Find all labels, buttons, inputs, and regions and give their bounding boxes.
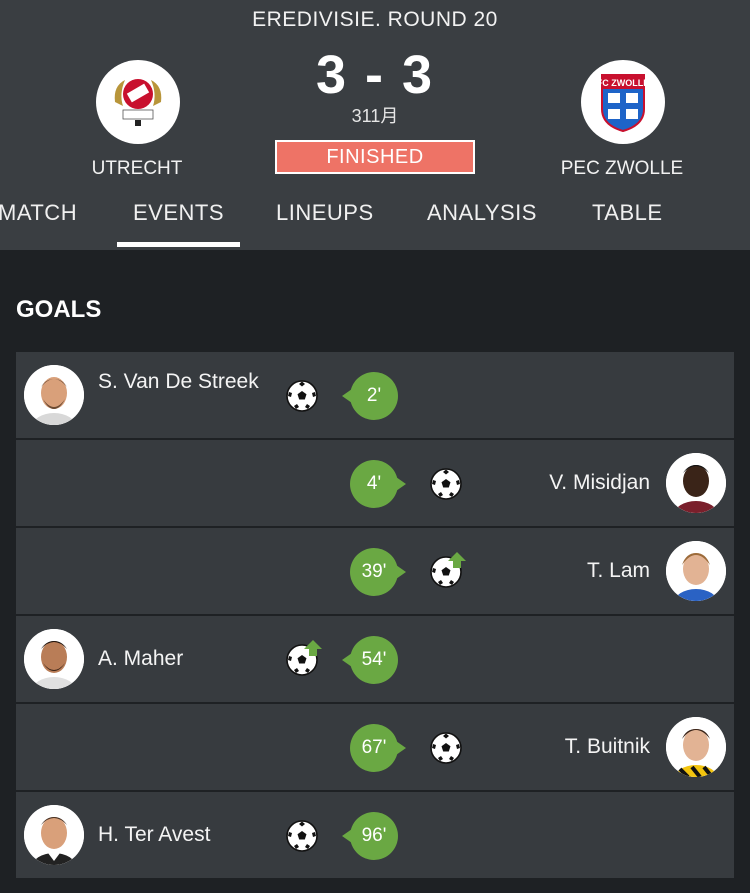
player-avatar[interactable] bbox=[666, 453, 726, 513]
player-avatar[interactable] bbox=[24, 365, 84, 425]
tab-lineups[interactable]: LINEUPS bbox=[276, 200, 374, 226]
goal-minute: 39' bbox=[361, 561, 387, 582]
match-header: EREDIVISIE. ROUND 20 UTRECHT 3 - 3 311月 … bbox=[0, 0, 750, 250]
match-date: 311月 bbox=[351, 106, 399, 126]
player-avatar[interactable] bbox=[24, 629, 84, 689]
goal-minute-badge: 39' bbox=[350, 548, 406, 596]
goal-scorer-name[interactable]: A. Maher bbox=[98, 646, 268, 672]
soccer-ball-assist-icon bbox=[286, 640, 322, 676]
competition-round: EREDIVISIE. ROUND 20 bbox=[252, 8, 498, 31]
player-avatar[interactable] bbox=[24, 805, 84, 865]
goal-row[interactable]: 4' V. Misidjan bbox=[16, 440, 734, 526]
goal-scorer-name[interactable]: S. Van De Streek bbox=[98, 369, 268, 395]
svg-text:FC ZWOLLE: FC ZWOLLE bbox=[598, 78, 648, 88]
goal-minute-badge: 2' bbox=[342, 372, 398, 420]
soccer-ball-icon bbox=[286, 380, 318, 412]
goal-minute-badge: 96' bbox=[342, 812, 398, 860]
home-team-name: UTRECHT bbox=[91, 158, 183, 179]
goal-minute-badge: 54' bbox=[342, 636, 398, 684]
goal-minute-badge: 67' bbox=[350, 724, 406, 772]
soccer-ball-icon bbox=[430, 468, 462, 500]
soccer-ball-icon bbox=[286, 820, 318, 852]
goal-minute: 2' bbox=[366, 385, 382, 406]
home-team-logo[interactable] bbox=[96, 60, 180, 144]
goal-row[interactable]: H. Ter Avest 96' bbox=[16, 792, 734, 878]
match-status-badge: FINISHED bbox=[275, 140, 475, 174]
tab-analysis[interactable]: ANALYSIS bbox=[427, 200, 537, 226]
goal-row[interactable]: 67' T. Buitnik bbox=[16, 704, 734, 790]
goal-row[interactable]: A. Maher 54' bbox=[16, 616, 734, 702]
goal-minute: 67' bbox=[361, 737, 387, 758]
tab-table[interactable]: TABLE bbox=[592, 200, 663, 226]
goals-section-title: GOALS bbox=[16, 296, 102, 323]
goal-scorer-name[interactable]: T. Buitnik bbox=[565, 734, 650, 760]
goal-scorer-name[interactable]: V. Misidjan bbox=[549, 470, 650, 496]
tab-events[interactable]: EVENTS bbox=[133, 200, 224, 226]
fc-utrecht-crest-icon bbox=[114, 79, 162, 126]
pec-zwolle-crest-icon: FC ZWOLLE bbox=[598, 74, 648, 133]
goal-row[interactable]: S. Van De Streek 2' bbox=[16, 352, 734, 438]
goal-minute: 4' bbox=[366, 473, 382, 494]
match-score: 3 - 3 bbox=[315, 45, 435, 105]
soccer-ball-assist-icon bbox=[430, 552, 466, 588]
goal-minute: 54' bbox=[361, 649, 387, 670]
away-team-logo[interactable]: FC ZWOLLE bbox=[581, 60, 665, 144]
goal-row[interactable]: 39' T. Lam bbox=[16, 528, 734, 614]
goal-scorer-name[interactable]: T. Lam bbox=[587, 558, 650, 584]
active-tab-indicator bbox=[117, 242, 240, 247]
goal-scorer-name[interactable]: H. Ter Avest bbox=[98, 822, 268, 848]
goal-minute-badge: 4' bbox=[350, 460, 406, 508]
soccer-ball-icon bbox=[430, 732, 462, 764]
goals-list: S. Van De Streek 2' 4' V. Misidjan 39' T… bbox=[16, 352, 734, 880]
player-avatar[interactable] bbox=[666, 541, 726, 601]
tab-match[interactable]: MATCH bbox=[0, 200, 77, 226]
away-team-name: PEC ZWOLLE bbox=[560, 158, 684, 179]
goal-minute: 96' bbox=[361, 825, 387, 846]
match-tabs: MATCH EVENTS LINEUPS ANALYSIS TABLE bbox=[0, 196, 750, 250]
player-avatar[interactable] bbox=[666, 717, 726, 777]
